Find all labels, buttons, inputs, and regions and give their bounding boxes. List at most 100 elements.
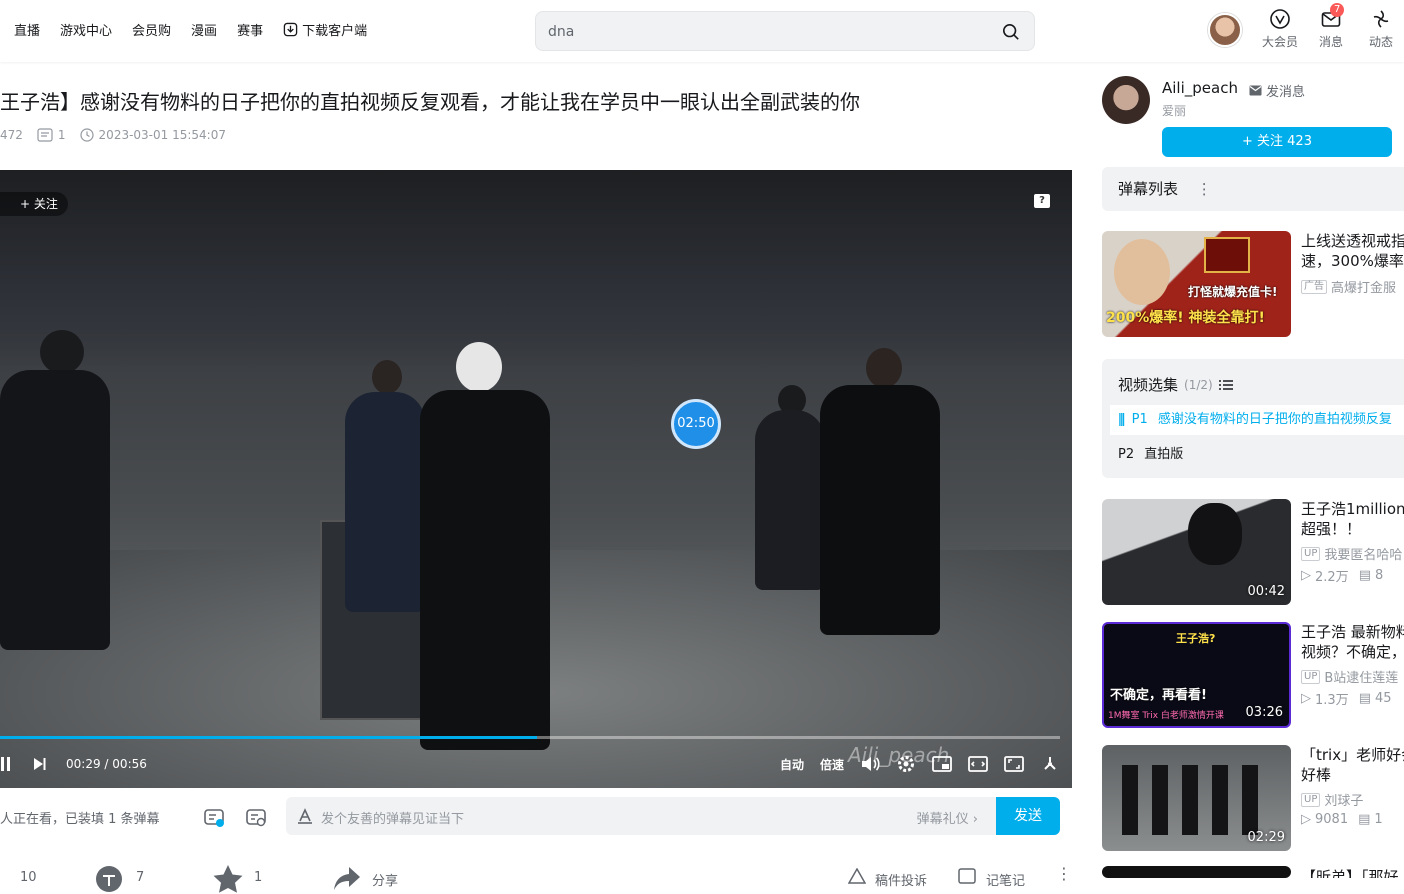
episode-item-p2[interactable]: P2 直拍版: [1110, 440, 1404, 470]
rec-card[interactable]: 【昕弟】「那好: [1102, 866, 1404, 878]
dancer-figure: [755, 410, 825, 590]
rec-title[interactable]: 「trix」老师好会 好棒: [1301, 745, 1404, 785]
danmaku-etiquette-link[interactable]: 弹幕礼仪 ›: [917, 808, 978, 827]
volume-icon[interactable]: [860, 755, 880, 773]
rec-stats: ▷ 1.3万 ▤ 45: [1301, 689, 1392, 708]
rec-title[interactable]: 【昕弟】「那好: [1301, 866, 1404, 878]
nav-member-shop[interactable]: 会员购: [132, 20, 171, 39]
ad-thumbnail[interactable]: 打怪就爆充值卡! 200%爆率! 神装全靠打!: [1102, 231, 1291, 337]
rec-author[interactable]: UP 刘球子: [1301, 790, 1363, 809]
help-icon[interactable]: ?: [1034, 194, 1050, 208]
rec-views: 2.2万: [1315, 570, 1349, 585]
more-icon[interactable]: ⋮: [1056, 864, 1072, 883]
video-player[interactable]: + 关注 ? 02:50 Aili_peach 00:29 / 00:56 自动…: [0, 170, 1072, 788]
widescreen-icon[interactable]: [968, 755, 988, 773]
rec-title[interactable]: 王子浩1million 超强！！: [1301, 499, 1404, 539]
ad-tag: 广告: [1301, 279, 1327, 294]
episode-list: 视频选集 (1/2) ǀǀǀ P1 感谢没有物料的日子把你的直拍视频反复 P2 …: [1102, 359, 1404, 478]
ad-logo: [1204, 237, 1250, 273]
rec-author-name: B站逮住莲莲: [1324, 671, 1399, 686]
user-avatar[interactable]: [1208, 13, 1242, 47]
player-follow-label: 关注: [33, 197, 58, 211]
report-icon[interactable]: [848, 868, 866, 884]
ad-title-line1: 上线送透视戒指: [1301, 232, 1404, 250]
nav-comics[interactable]: 漫画: [191, 20, 217, 39]
rec-thumb-figure: [1188, 503, 1242, 565]
rec-thumbnail[interactable]: 00:42: [1102, 499, 1291, 605]
dancer-head: [456, 342, 502, 392]
vip-entry[interactable]: 大会员: [1256, 8, 1304, 50]
rec-card[interactable]: 王子浩? 不确定，再看看! 1M舞室 Trix 白老师激情开课 03:26 王子…: [1102, 622, 1404, 730]
total-duration: 00:56: [112, 757, 147, 771]
rec-title-line1: 王子浩1million: [1301, 500, 1404, 518]
danmaku-count: 1: [37, 128, 66, 142]
ad-source: 广告 高爆打金服: [1301, 277, 1396, 296]
follow-button[interactable]: + 关注 423: [1162, 127, 1392, 157]
danmaku-list-label: 弹幕列表: [1118, 180, 1179, 198]
fullscreen-icon[interactable]: [1040, 754, 1060, 774]
episode-item-p1[interactable]: ǀǀǀ P1 感谢没有物料的日子把你的直拍视频反复: [1110, 405, 1404, 435]
settings-icon[interactable]: [896, 754, 916, 774]
share-icon[interactable]: [332, 864, 362, 894]
rec-author[interactable]: UP 我要匿名哈哈: [1301, 544, 1402, 563]
danmaku-input[interactable]: 发个友善的弹幕见证当下 弹幕礼仪 › 发送: [286, 797, 1060, 835]
ad-title[interactable]: 上线送透视戒指 速，300%爆率: [1301, 231, 1404, 271]
play-icon: ▷: [1301, 812, 1311, 827]
send-button[interactable]: 发送: [996, 797, 1060, 835]
rec-views: 1.3万: [1315, 693, 1349, 708]
nav-events[interactable]: 赛事: [237, 20, 263, 39]
send-message-link[interactable]: 发消息: [1249, 81, 1305, 100]
rec-title[interactable]: 王子浩 最新物料 视频？不确定，: [1301, 622, 1404, 662]
danmaku-settings-icon[interactable]: [245, 806, 267, 828]
dancer-head: [372, 360, 402, 394]
episode-list-count: (1/2): [1184, 377, 1213, 392]
webfullscreen-icon[interactable]: [1004, 755, 1024, 773]
more-vertical-icon[interactable]: ⋮: [1197, 180, 1212, 198]
quality-button[interactable]: 自动: [780, 756, 804, 773]
notes-label[interactable]: 记笔记: [986, 870, 1025, 889]
dancer-figure: [0, 370, 110, 650]
search-input[interactable]: [548, 21, 988, 43]
up-tag-icon: UP: [1301, 669, 1321, 684]
uploader-name[interactable]: Aili_peach: [1162, 79, 1238, 97]
danmaku-list-panel[interactable]: 弹幕列表 ⋮: [1102, 167, 1404, 211]
ad-thumb-text: 打怪就爆充值卡!: [1188, 285, 1278, 299]
rec-author[interactable]: UP B站逮住莲莲: [1301, 667, 1398, 686]
coin-icon[interactable]: [94, 864, 124, 894]
pip-icon[interactable]: [932, 755, 952, 773]
progress-bar[interactable]: [0, 736, 1060, 739]
rec-thumbnail[interactable]: [1102, 866, 1291, 878]
overlay-timer: 02:50: [671, 399, 721, 449]
next-icon[interactable]: [33, 757, 47, 771]
uploader-avatar[interactable]: [1102, 76, 1150, 124]
pause-icon[interactable]: [0, 756, 12, 772]
danmaku-send-bar: 人正在看，已装填 1 条弹幕 发个友善的弹幕见证当下 弹幕礼仪 › 发送: [0, 794, 1072, 838]
notes-icon[interactable]: [958, 868, 976, 884]
list-icon[interactable]: [1218, 379, 1233, 391]
player-controls-right: 自动 倍速: [780, 754, 1060, 774]
favorite-icon[interactable]: [212, 864, 244, 894]
rec-thumbnail[interactable]: 王子浩? 不确定，再看看! 1M舞室 Trix 白老师激情开课 03:26: [1102, 622, 1291, 728]
video-meta: 472 1 2023-03-01 15:54:07: [0, 128, 226, 142]
report-label[interactable]: 稿件投诉: [875, 870, 927, 889]
text-style-icon[interactable]: [297, 808, 313, 824]
ad-thumb-text-2: 200%爆率! 神装全靠打!: [1106, 310, 1265, 326]
dynamic-entry[interactable]: 动态: [1357, 8, 1404, 50]
up-tag-icon: UP: [1301, 792, 1321, 807]
danmaku-count-value: 1: [57, 128, 66, 142]
ad-card[interactable]: 打怪就爆充值卡! 200%爆率! 神装全靠打! 上线送透视戒指 速，300%爆率…: [1102, 231, 1404, 339]
nav-live[interactable]: 直播: [14, 20, 40, 39]
episode-title: 感谢没有物料的日子把你的直拍视频反复: [1157, 412, 1392, 427]
speed-button[interactable]: 倍速: [820, 756, 844, 773]
rec-card[interactable]: 00:42 王子浩1million 超强！！ UP 我要匿名哈哈 ▷ 2.2万 ▤ 8: [1102, 499, 1404, 607]
danmaku-toggle-icon[interactable]: [203, 806, 225, 828]
rec-card[interactable]: 02:29 「trix」老师好会 好棒 UP刘球子 ▷ 9081 ▤1: [1102, 745, 1404, 853]
nav-download[interactable]: 下载客户端: [283, 20, 367, 39]
search-icon[interactable]: [1002, 23, 1020, 41]
dancer-figure: [345, 392, 425, 612]
send-message-label: 发消息: [1266, 85, 1306, 100]
player-follow-button[interactable]: + 关注: [0, 192, 68, 216]
rec-thumbnail[interactable]: 02:29: [1102, 745, 1291, 851]
rec-author-name: 刘球子: [1324, 794, 1364, 809]
nav-game-center[interactable]: 游戏中心: [60, 20, 112, 39]
